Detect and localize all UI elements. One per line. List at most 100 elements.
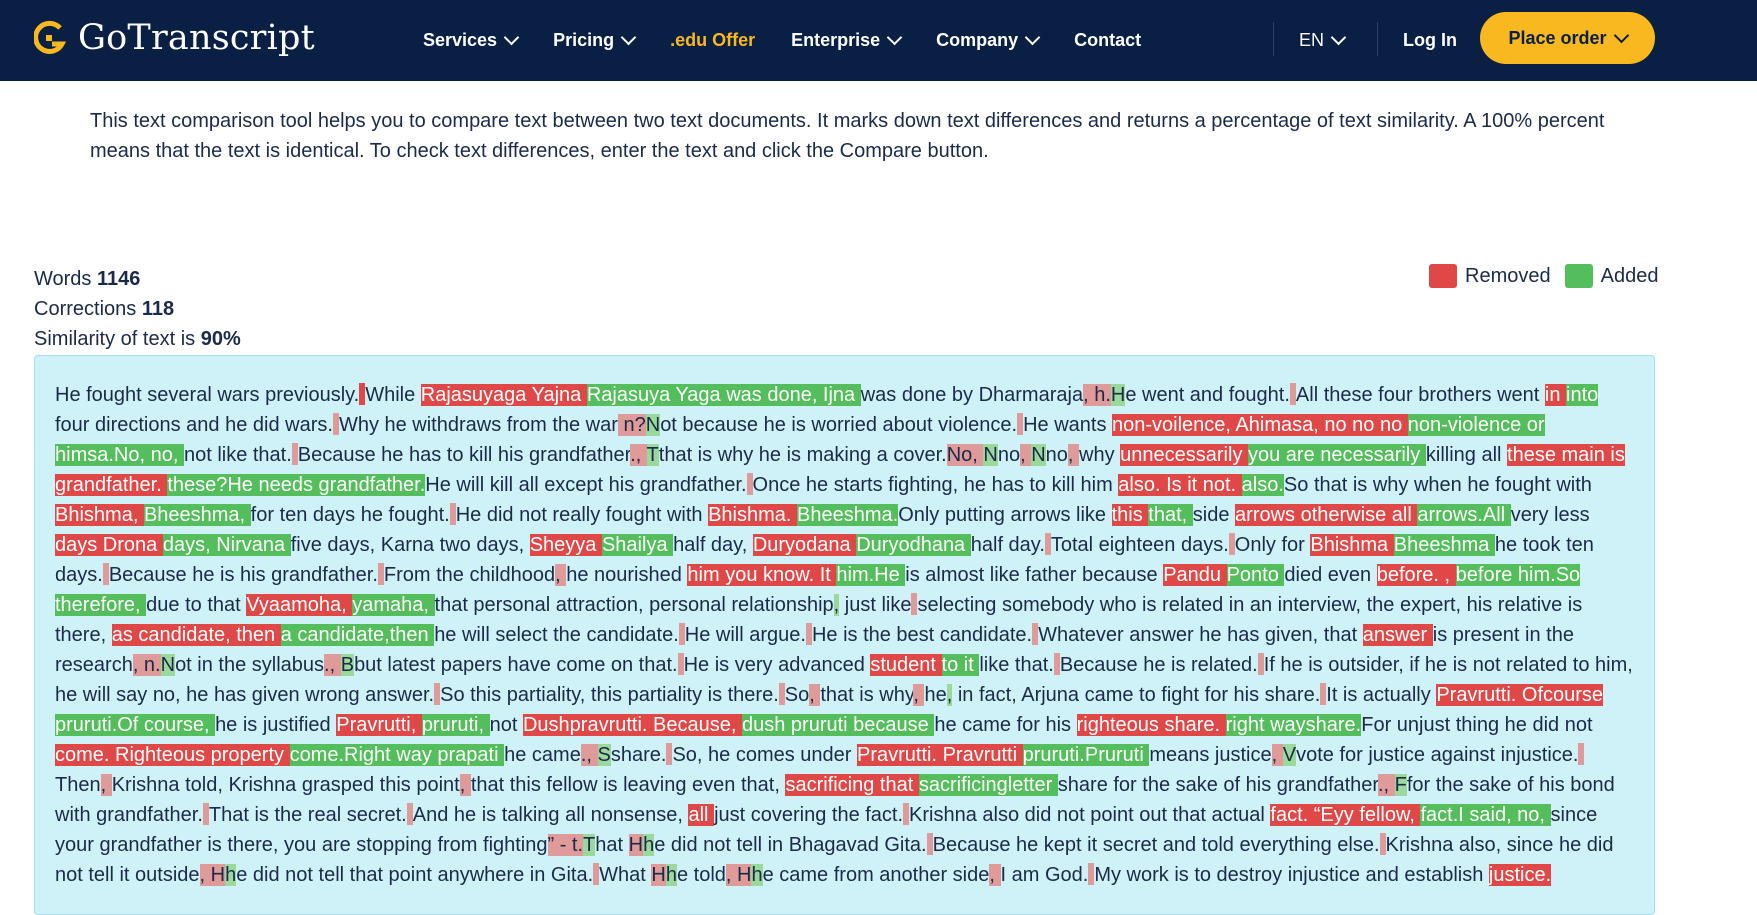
removed-text: before. , xyxy=(1376,564,1456,586)
unchanged-text: no xyxy=(997,444,1021,466)
unchanged-text: he came xyxy=(504,744,581,766)
unchanged-text: half day. xyxy=(970,534,1045,556)
nav-services[interactable]: Services xyxy=(423,29,520,51)
unchanged-text: Only putting arrows like xyxy=(898,504,1112,526)
removed-punctuation: , xyxy=(1020,444,1032,466)
unchanged-text: that is why he is making a cover. xyxy=(658,444,947,466)
removed-text: Pravrutti. Pravrutti xyxy=(857,744,1023,766)
added-text: Ponto xyxy=(1226,564,1285,586)
added-text: you are necessarily xyxy=(1248,444,1426,466)
nav-company-label: Company xyxy=(936,30,1019,50)
unchanged-text: why xyxy=(1079,444,1121,466)
unchanged-text: share. xyxy=(610,744,667,766)
words-label: Words xyxy=(34,268,92,290)
unchanged-text: It is actually xyxy=(1326,684,1437,706)
removed-text: Pandu xyxy=(1163,564,1227,586)
added-swatch xyxy=(1564,264,1593,288)
added-text: Duryodhana xyxy=(856,534,971,556)
unchanged-text: that personal attraction, personal relat… xyxy=(434,594,834,616)
added-text: these?He needs grandfather. xyxy=(167,474,426,496)
removed-punctuation: ., xyxy=(1377,774,1395,796)
added-text: pruruti, xyxy=(421,714,490,736)
unchanged-text: not like that. xyxy=(183,444,292,466)
unchanged-text: He fought several wars previously. xyxy=(55,384,360,406)
removed-label: Removed xyxy=(1465,264,1551,287)
diff-legend: Removed Added xyxy=(1429,264,1658,288)
unchanged-text: Krishna told, Krishna grasped this point xyxy=(111,774,460,796)
chevron-down-icon xyxy=(503,29,520,46)
removed-text: him you know. It xyxy=(687,564,837,586)
nav-edu-offer[interactable]: .edu Offer xyxy=(670,30,755,51)
nav-enterprise-label: Enterprise xyxy=(791,30,881,50)
unchanged-text: Because he kept it secret and told every… xyxy=(932,834,1380,856)
unchanged-text: My work is to destroy injustice and esta… xyxy=(1094,864,1489,886)
unchanged-text: died even xyxy=(1284,564,1377,586)
added-text: dush pruruti because xyxy=(741,714,935,736)
nav-contact[interactable]: Contact xyxy=(1074,30,1141,51)
unchanged-text: So this partiality, this partiality is t… xyxy=(440,684,779,706)
corrections-value: 118 xyxy=(141,298,175,320)
added-text: also. xyxy=(1241,474,1284,496)
removed-text: Rajasuyaga Yajna xyxy=(420,384,587,406)
unchanged-text: not xyxy=(489,714,523,736)
removed-text: Bhishma, xyxy=(55,504,144,526)
unchanged-text: I am God. xyxy=(1000,864,1089,886)
unchanged-text: ot because he is worried about violence. xyxy=(660,414,1018,436)
added-text: Bheeshma. xyxy=(797,504,899,526)
unchanged-text: e did not tell in Bhagavad Gita. xyxy=(654,834,927,856)
added-text: days, Nirvana xyxy=(162,534,291,556)
place-order-button[interactable]: Place order xyxy=(1480,12,1655,64)
added-punctuation: N xyxy=(645,414,661,436)
similarity-value: 90% xyxy=(200,328,241,350)
removed-punctuation: H xyxy=(628,834,644,856)
added-text: pruruti.Pruruti xyxy=(1022,744,1150,766)
removed-punctuation: , xyxy=(459,774,471,796)
unchanged-text: So xyxy=(784,684,810,706)
unchanged-text: e went and fought. xyxy=(1125,384,1290,406)
added-text: a candidate,then xyxy=(280,624,435,646)
chevron-down-icon xyxy=(1330,29,1347,46)
unchanged-text: half day, xyxy=(673,534,753,556)
nav-contact-label: Contact xyxy=(1074,30,1142,50)
added-text: to it xyxy=(941,654,980,676)
language-selector[interactable]: EN xyxy=(1299,0,1347,81)
unchanged-text: that this fellow is leaving even that, xyxy=(470,774,786,796)
added-text: arrows.All xyxy=(1417,504,1511,526)
removed-text: Bhishma. xyxy=(708,504,798,526)
unchanged-text: While xyxy=(365,384,421,406)
nav-enterprise[interactable]: Enterprise xyxy=(791,29,903,51)
unchanged-text: He is very advanced xyxy=(683,654,871,676)
unchanged-text: just like xyxy=(839,594,912,616)
removed-text: Dushpravrutti. Because, xyxy=(522,714,742,736)
added-text: that, xyxy=(1148,504,1193,526)
added-text: into xyxy=(1566,384,1599,406)
added-text: pruruti.Of course, xyxy=(55,714,216,736)
removed-punctuation: , xyxy=(1271,744,1283,766)
removed-text: Duryodana xyxy=(752,534,857,556)
nav-divider xyxy=(1273,22,1274,56)
unchanged-text: but latest papers have come on that. xyxy=(354,654,678,676)
unchanged-text: side xyxy=(1192,504,1236,526)
tool-description: This text comparison tool helps you to c… xyxy=(90,110,1605,162)
comparison-stats: Words 1146 Corrections 118 Similarity of… xyxy=(34,264,241,354)
unchanged-text: What xyxy=(599,864,652,886)
nav-pricing[interactable]: Pricing xyxy=(553,29,637,51)
removed-text: unnecessarily xyxy=(1120,444,1248,466)
added-text: him.He xyxy=(836,564,906,586)
added-text: Bheeshma xyxy=(1393,534,1495,556)
logo[interactable]: GoTranscript xyxy=(34,18,315,58)
unchanged-text: Then xyxy=(55,774,101,796)
unchanged-text: Why he withdraws from the war xyxy=(338,414,618,436)
added-text: yamaha, xyxy=(352,594,435,616)
nav-company[interactable]: Company xyxy=(936,29,1041,51)
login-link[interactable]: Log In xyxy=(1403,0,1457,81)
unchanged-text: he will select the candidate. xyxy=(434,624,679,646)
removed-text: Pravrutti, xyxy=(336,714,422,736)
added-text: come.Right way prapati xyxy=(289,744,505,766)
added-text: fact.I said, no, xyxy=(1420,804,1551,826)
similarity-stat: Similarity of text is 90% xyxy=(34,324,241,354)
unchanged-text: for ten days he fought. xyxy=(250,504,450,526)
chevron-down-icon xyxy=(1024,29,1041,46)
unchanged-text: He wants xyxy=(1023,414,1113,436)
added-punctuation: N xyxy=(160,654,176,676)
